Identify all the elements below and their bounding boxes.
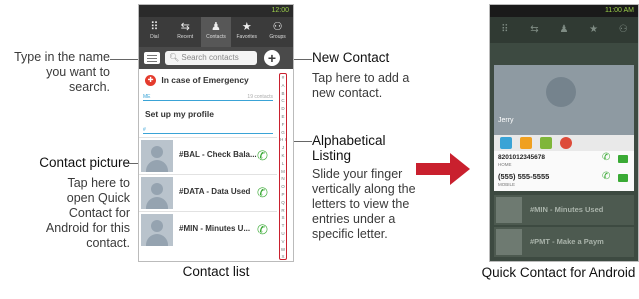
- search-icon: 🔍︎: [169, 53, 180, 62]
- contact-count: 19 contacts: [247, 94, 273, 100]
- dialpad-icon: ⠿: [150, 21, 159, 33]
- star-icon[interactable]: ★: [579, 17, 609, 43]
- new-contact-callout-text: Tap here to add a new contact.: [312, 71, 410, 100]
- picture-callout-text: Tap here to open Quick Contact for Andro…: [45, 176, 130, 250]
- tab-recent-label: Recent: [177, 34, 194, 40]
- contact-picture: [496, 197, 522, 223]
- contact-picture[interactable]: [141, 140, 173, 172]
- status-time: 11:00 AM: [604, 7, 634, 14]
- phone-number[interactable]: (555) 555-5555: [498, 172, 549, 181]
- contact-list: ✚ In case of Emergency ME 19 contacts Se…: [139, 69, 277, 261]
- status-bar: 11:00 AM: [490, 5, 638, 17]
- arrow-right-icon: [450, 153, 470, 185]
- quick-contact-name: Jerry: [498, 117, 514, 124]
- contact-picture: [496, 229, 522, 255]
- quick-contact-photo: [494, 65, 634, 135]
- status-time: 12:00: [271, 7, 289, 14]
- tab-recent[interactable]: ⇆ Recent: [170, 17, 201, 47]
- ice-icon: ✚: [145, 75, 156, 87]
- setup-profile-row[interactable]: Set up my profile: [145, 109, 214, 119]
- contact-picture[interactable]: [141, 214, 173, 246]
- tab-groups-label: Groups: [269, 34, 286, 40]
- menu-icon[interactable]: [144, 52, 160, 64]
- quick-contact-panel: 8201012345678 HOME ✆ (555) 555-5555 MOBI…: [494, 135, 634, 191]
- recent-icon: ⇆: [180, 21, 190, 33]
- ice-label: In case of Emergency: [161, 75, 249, 85]
- star-icon: ★: [241, 21, 252, 33]
- message-icon[interactable]: [520, 137, 532, 149]
- phone-icon[interactable]: ✆: [257, 148, 268, 164]
- tab-bar: ⠿ ⇆ ♟ ★ ⚇: [490, 17, 638, 43]
- alphabetical-scroll-bar[interactable]: # A B C D E F G H I J K L M N O P Q R S …: [279, 73, 287, 260]
- phone-icon[interactable]: ✆: [602, 171, 610, 182]
- contact-name: #MIN - Minutes Used: [530, 205, 604, 214]
- groups-icon: ⚇: [272, 21, 283, 33]
- tab-favorites-label: Favorites: [236, 34, 258, 40]
- contact-row: #MIN - Minutes Used: [494, 195, 634, 225]
- contact-row[interactable]: #DATA - Data Used ✆: [139, 174, 277, 211]
- phone-icon[interactable]: ✆: [602, 152, 610, 163]
- quick-contact-screenshot: 11:00 AM ⠿ ⇆ ♟ ★ ⚇ Jerry 8201012345678 H…: [489, 4, 639, 262]
- picture-callout: Contact picture Tap here to open Quick C…: [5, 155, 130, 251]
- recent-icon[interactable]: ⇆: [520, 17, 550, 43]
- search-callout-label: Type in the name you want to search.: [14, 50, 110, 94]
- contact-list-screenshot: 12:00 ⠿ Dial ⇆ Recent ♟ Contacts ★ Favor…: [138, 4, 294, 262]
- contact-icon[interactable]: [500, 137, 512, 149]
- picture-callout-title: Contact picture: [39, 155, 130, 170]
- sms-icon[interactable]: [618, 174, 628, 182]
- phone-number[interactable]: 8201012345678: [498, 154, 545, 161]
- phone-type: MOBILE: [498, 182, 516, 187]
- tab-bar: ⠿ Dial ⇆ Recent ♟ Contacts ★ Favorites ⚇…: [139, 17, 293, 47]
- contact-name: #MIN - Minutes U...: [179, 224, 251, 233]
- contact-name: #PMT - Make a Paym: [530, 237, 604, 246]
- sms-icon[interactable]: [618, 155, 628, 163]
- ice-row[interactable]: ✚ In case of Emergency: [145, 75, 249, 87]
- quick-contact-caption: Quick Contact for Android: [481, 265, 636, 280]
- alpha-callout-text: Slide your finger vertically along the l…: [312, 167, 416, 241]
- contact-row[interactable]: #BAL - Check Bala... ✆: [139, 137, 277, 174]
- social-icon[interactable]: [540, 137, 552, 149]
- contact-picture[interactable]: [141, 177, 173, 209]
- me-section-header: ME 19 contacts: [143, 94, 273, 101]
- contact-name: #DATA - Data Used: [179, 187, 251, 196]
- dialpad-icon[interactable]: ⠿: [490, 17, 520, 43]
- alpha-callout-title: Alphabetical Listing: [312, 133, 386, 163]
- new-contact-button[interactable]: +: [264, 50, 280, 66]
- tab-groups[interactable]: ⚇ Groups: [262, 17, 293, 47]
- search-contacts-input[interactable]: 🔍︎ Search contacts: [165, 51, 257, 65]
- status-bar: 12:00: [139, 5, 293, 17]
- me-header-label: ME: [143, 94, 151, 100]
- new-contact-callout: New Contact Tap here to add a new contac…: [312, 50, 422, 101]
- contact-row: #PMT - Make a Paym: [494, 227, 634, 257]
- contacts-icon: ♟: [211, 21, 221, 33]
- new-contact-callout-title: New Contact: [312, 50, 390, 65]
- browser-icon[interactable]: [560, 137, 572, 149]
- quick-contact-actions: [494, 135, 634, 151]
- search-placeholder: Search contacts: [181, 53, 239, 62]
- tab-dial[interactable]: ⠿ Dial: [139, 17, 170, 47]
- alpha-callout: Alphabetical Listing Slide your finger v…: [312, 133, 422, 242]
- arrow-body: [416, 163, 452, 175]
- tab-dial-label: Dial: [150, 34, 159, 40]
- contacts-icon[interactable]: ♟: [549, 17, 579, 43]
- search-row: 🔍︎ Search contacts +: [139, 47, 293, 69]
- section-header-hash: #: [143, 127, 273, 134]
- phone-icon[interactable]: ✆: [257, 185, 268, 201]
- tab-contacts-label: Contacts: [206, 34, 226, 40]
- groups-icon[interactable]: ⚇: [608, 17, 638, 43]
- phone-icon[interactable]: ✆: [257, 222, 268, 238]
- contact-name: #BAL - Check Bala...: [179, 150, 257, 159]
- contact-list-caption: Contact list: [182, 264, 250, 279]
- tab-contacts[interactable]: ♟ Contacts: [200, 17, 232, 47]
- contact-row[interactable]: #MIN - Minutes U... ✆: [139, 211, 277, 248]
- search-callout-text: Type in the name you want to search.: [10, 50, 110, 95]
- phone-type: HOME: [498, 162, 512, 167]
- tab-favorites[interactable]: ★ Favorites: [231, 17, 262, 47]
